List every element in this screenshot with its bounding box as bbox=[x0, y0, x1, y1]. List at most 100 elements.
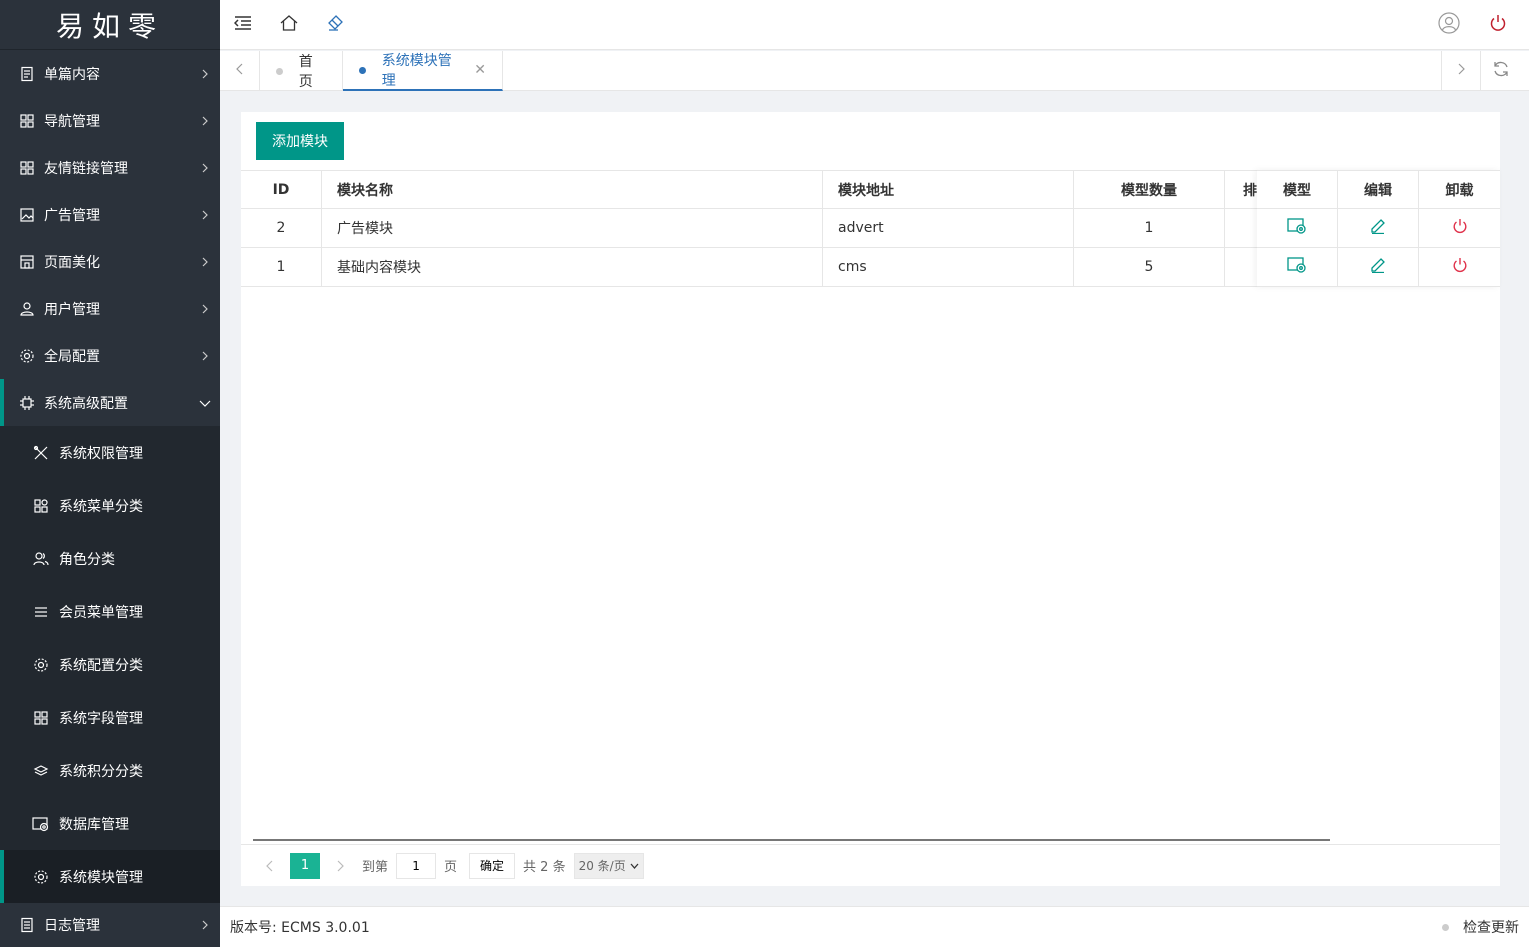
sidebar-submenu: 系统权限管理 系统菜单分类 角色分类 会员菜单管理 系统配置分类 系统字段管理 … bbox=[0, 426, 220, 903]
clear-cache-button[interactable] bbox=[322, 12, 348, 38]
sidebar-item-label: 系统高级配置 bbox=[44, 395, 128, 412]
power-icon bbox=[1452, 257, 1468, 277]
sidebar-item-users[interactable]: 用户管理 bbox=[0, 285, 220, 332]
home-icon bbox=[280, 14, 298, 36]
total-count: 共 2 条 bbox=[523, 860, 566, 875]
sidebar-subitem-database[interactable]: 数据库管理 bbox=[0, 797, 220, 850]
sidebar-subitem-label: 角色分类 bbox=[59, 551, 115, 568]
store-icon bbox=[18, 253, 36, 271]
sidebar-item-advanced-config[interactable]: 系统高级配置 bbox=[0, 379, 220, 426]
tab-module-management[interactable]: 系统模块管理 ✕ bbox=[343, 51, 503, 91]
sidebar-subitem-config-categories[interactable]: 系统配置分类 bbox=[0, 638, 220, 691]
sidebar-item-label: 单篇内容 bbox=[44, 66, 100, 83]
sidebar-subitem-points[interactable]: 系统积分分类 bbox=[0, 744, 220, 797]
page-size-value: 20 条/页 bbox=[578, 859, 626, 873]
cell-name: 广告模块 bbox=[322, 209, 823, 247]
close-icon[interactable]: ✕ bbox=[474, 62, 486, 78]
col-header-model: 模型 bbox=[1257, 171, 1338, 208]
chevron-down-icon bbox=[190, 398, 220, 408]
database-icon bbox=[32, 815, 50, 833]
current-page[interactable]: 1 bbox=[290, 852, 320, 879]
table-header-row: 模型 编辑 卸载 bbox=[1257, 170, 1500, 209]
tab-home[interactable]: 首页 bbox=[260, 51, 343, 91]
edit-button[interactable] bbox=[1338, 248, 1419, 286]
edit-button[interactable] bbox=[1338, 209, 1419, 247]
add-module-button[interactable]: 添加模块 bbox=[256, 122, 344, 160]
home-button[interactable] bbox=[276, 12, 302, 38]
uninstall-button[interactable] bbox=[1419, 209, 1500, 247]
logout-button[interactable] bbox=[1485, 12, 1511, 38]
sidebar-item-navigation[interactable]: 导航管理 bbox=[0, 97, 220, 144]
pencil-icon bbox=[1370, 218, 1386, 238]
tab-scroll-right-button[interactable] bbox=[1441, 51, 1481, 91]
model-button[interactable] bbox=[1257, 209, 1338, 247]
grid-icon bbox=[18, 112, 36, 130]
sidebar-item-friend-links[interactable]: 友情链接管理 bbox=[0, 144, 220, 191]
grid-icon bbox=[18, 159, 36, 177]
sidebar-item-label: 日志管理 bbox=[44, 918, 100, 934]
gear-icon bbox=[32, 656, 50, 674]
prev-page-button[interactable] bbox=[256, 852, 284, 880]
cell-sort bbox=[1225, 248, 1259, 286]
next-page-button[interactable] bbox=[326, 852, 354, 880]
col-header-count: 模型数量 bbox=[1074, 171, 1225, 208]
sidebar-subitem-member-menu[interactable]: 会员菜单管理 bbox=[0, 585, 220, 638]
page-label: 页 bbox=[444, 860, 458, 875]
chevron-right-icon bbox=[190, 920, 220, 930]
page-input[interactable] bbox=[396, 852, 437, 879]
document-icon bbox=[18, 65, 36, 83]
uninstall-button[interactable] bbox=[1419, 248, 1500, 286]
sidebar-subitem-modules[interactable]: 系统模块管理 bbox=[0, 850, 220, 903]
power-icon bbox=[1489, 14, 1507, 36]
chevron-right-icon bbox=[190, 257, 220, 267]
tab-dot bbox=[276, 67, 283, 75]
col-header-sort: 排 bbox=[1243, 182, 1257, 199]
cell-id: 2 bbox=[241, 209, 322, 247]
sidebar-subitem-label: 系统模块管理 bbox=[59, 869, 143, 886]
pagination: 1 到第 页 确定 共 2 条 20 条/页 bbox=[241, 844, 1500, 886]
logo: 易如零 bbox=[0, 0, 220, 50]
gear-icon bbox=[32, 868, 50, 886]
sidebar-item-global-config[interactable]: 全局配置 bbox=[0, 332, 220, 379]
sidebar-subitem-permissions[interactable]: 系统权限管理 bbox=[0, 426, 220, 479]
cell-name: 基础内容模块 bbox=[322, 248, 823, 286]
cell-count: 5 bbox=[1074, 248, 1225, 286]
horizontal-scrollbar[interactable] bbox=[253, 839, 1330, 841]
page-size-select[interactable]: 20 条/页 bbox=[573, 852, 644, 879]
chevron-left-icon bbox=[235, 63, 245, 79]
confirm-page-button[interactable]: 确定 bbox=[469, 852, 516, 879]
sidebar-subitem-label: 数据库管理 bbox=[59, 816, 129, 833]
footer: 版本号: ECMS 3.0.01 检查更新 bbox=[220, 906, 1529, 947]
sidebar-item-label: 广告管理 bbox=[44, 207, 100, 224]
sidebar-item-logs[interactable]: 日志管理 bbox=[0, 903, 220, 947]
sidebar-item-label: 友情链接管理 bbox=[44, 160, 128, 177]
sidebar-toggle-button[interactable] bbox=[230, 12, 256, 38]
sidebar-subitem-fields[interactable]: 系统字段管理 bbox=[0, 691, 220, 744]
chevron-down-icon bbox=[630, 859, 639, 873]
table-row-actions bbox=[1257, 248, 1500, 287]
sidebar-item-single-content[interactable]: 单篇内容 bbox=[0, 50, 220, 97]
sidebar-subitem-label: 会员菜单管理 bbox=[59, 604, 143, 621]
chevron-right-icon bbox=[190, 351, 220, 361]
model-button[interactable] bbox=[1257, 248, 1338, 286]
sidebar-item-page-style[interactable]: 页面美化 bbox=[0, 238, 220, 285]
user-avatar-button[interactable] bbox=[1436, 12, 1462, 38]
tab-scroll-left-button[interactable] bbox=[220, 51, 260, 91]
menu-fold-icon bbox=[233, 15, 252, 35]
sidebar-subitem-roles[interactable]: 角色分类 bbox=[0, 532, 220, 585]
cell-address: advert bbox=[823, 209, 1074, 247]
sidebar-subitem-menu-categories[interactable]: 系统菜单分类 bbox=[0, 479, 220, 532]
sidebar-item-label: 用户管理 bbox=[44, 301, 100, 318]
check-update-link[interactable]: 检查更新 bbox=[1463, 917, 1519, 937]
model-config-icon bbox=[1287, 217, 1307, 239]
chip-icon bbox=[18, 394, 36, 412]
pencil-icon bbox=[1370, 257, 1386, 277]
chevron-right-icon bbox=[1456, 63, 1466, 79]
tab-dot bbox=[359, 66, 366, 74]
sidebar-item-label: 全局配置 bbox=[44, 348, 100, 365]
sidebar-item-ads[interactable]: 广告管理 bbox=[0, 191, 220, 238]
chevron-right-icon bbox=[190, 163, 220, 173]
sidebar-subitem-label: 系统菜单分类 bbox=[59, 498, 143, 515]
refresh-button[interactable] bbox=[1481, 51, 1521, 91]
sidebar-subitem-label: 系统配置分类 bbox=[59, 657, 143, 674]
